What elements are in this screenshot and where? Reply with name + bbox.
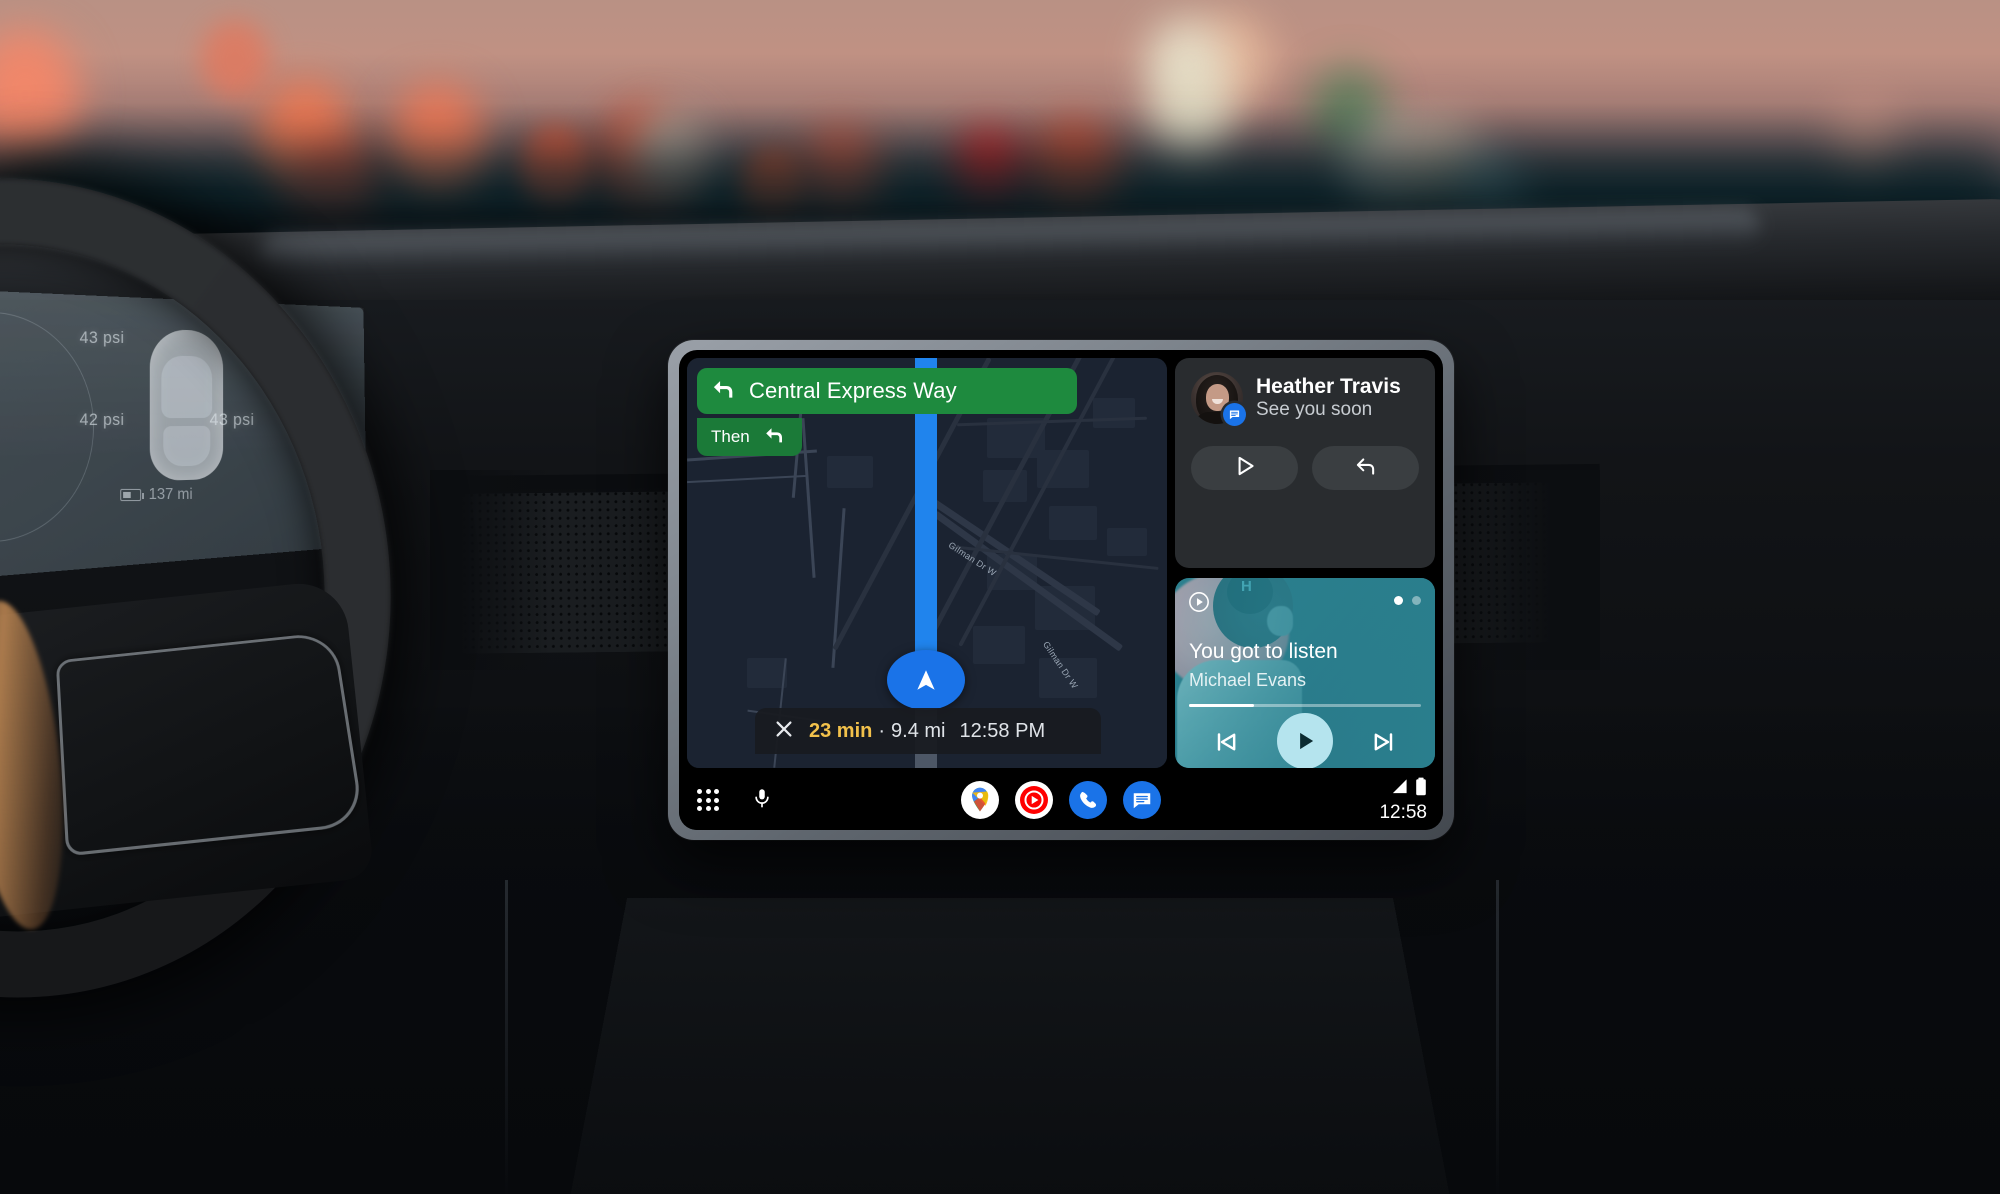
messages-icon <box>1223 403 1246 426</box>
navigation-arrow-icon <box>887 650 965 710</box>
map-panel[interactable]: Gilman Dr W Gilman Dr W Central Express … <box>687 358 1167 768</box>
reply-message-button[interactable] <box>1312 446 1419 490</box>
battery-icon <box>1415 777 1427 801</box>
close-icon[interactable] <box>773 718 795 745</box>
media-progress-fill <box>1189 704 1254 707</box>
media-progress-bar[interactable] <box>1189 704 1421 707</box>
messages-icon[interactable] <box>1123 781 1161 819</box>
grille-fade-left <box>430 470 550 670</box>
media-player-card[interactable]: H You got to listen Michael Evans <box>1175 578 1435 768</box>
maneuver-street-name: Central Express Way <box>749 378 957 403</box>
then-maneuver-chip: Then <box>697 418 802 456</box>
google-maps-icon[interactable] <box>961 781 999 819</box>
message-preview: See you soon <box>1256 398 1373 420</box>
eta-bar[interactable]: 23 min · 9.4 mi 12:58 PM <box>755 708 1101 754</box>
media-controls <box>1175 713 1435 768</box>
message-header: Heather Travis See you soon <box>1191 372 1419 426</box>
play-icon <box>1232 453 1258 484</box>
avatar <box>1191 372 1246 426</box>
message-text-block: Heather Travis See you soon <box>1256 375 1401 421</box>
media-title: You got to listen <box>1189 640 1338 663</box>
page-dot <box>1412 596 1421 605</box>
media-artist: Michael Evans <box>1189 670 1307 690</box>
android-auto-screen: Gilman Dr W Gilman Dr W Central Express … <box>679 350 1443 830</box>
phone-icon[interactable] <box>1069 781 1107 819</box>
youtube-music-icon[interactable] <box>1015 781 1053 819</box>
console-seam <box>505 880 508 1194</box>
screenshot-root: 43 psi 42 psi 43 psi 137 mi <box>0 0 2000 1194</box>
grille-fade-right <box>1440 470 1600 670</box>
page-indicator <box>1394 596 1421 605</box>
clock: 12:58 <box>1379 801 1427 823</box>
eta-duration: 23 min <box>809 719 873 742</box>
bokeh-light <box>200 20 270 100</box>
signal-bars-icon <box>1390 778 1409 800</box>
taskbar: 12:58 <box>679 770 1443 830</box>
then-label: Then <box>711 427 750 446</box>
message-notification-card[interactable]: Heather Travis See you soon <box>1175 358 1435 568</box>
turn-left-icon <box>762 423 786 452</box>
message-sender-name: Heather Travis <box>1256 375 1401 399</box>
console-seam <box>1496 880 1499 1194</box>
status-icons <box>1379 777 1427 801</box>
eta-arrival-time: 12:58 PM <box>959 719 1046 742</box>
skip-next-icon[interactable] <box>1370 728 1398 761</box>
taskbar-status: 12:58 <box>1379 777 1427 824</box>
reply-icon <box>1353 453 1379 484</box>
skip-previous-icon[interactable] <box>1212 728 1240 761</box>
page-dot-active <box>1394 596 1403 605</box>
youtube-music-play-icon <box>1188 591 1210 613</box>
maneuver-banner: Central Express Way <box>697 368 1077 414</box>
taskbar-apps <box>679 781 1443 819</box>
message-actions <box>1191 446 1419 490</box>
eta-distance: 9.4 mi <box>891 719 946 742</box>
steering-wheel-trim <box>55 631 365 857</box>
eta-separator: · <box>878 719 886 742</box>
turn-left-icon <box>709 375 737 408</box>
play-pause-button[interactable] <box>1276 713 1333 768</box>
play-message-button[interactable] <box>1191 446 1298 490</box>
center-console <box>568 897 1452 1194</box>
